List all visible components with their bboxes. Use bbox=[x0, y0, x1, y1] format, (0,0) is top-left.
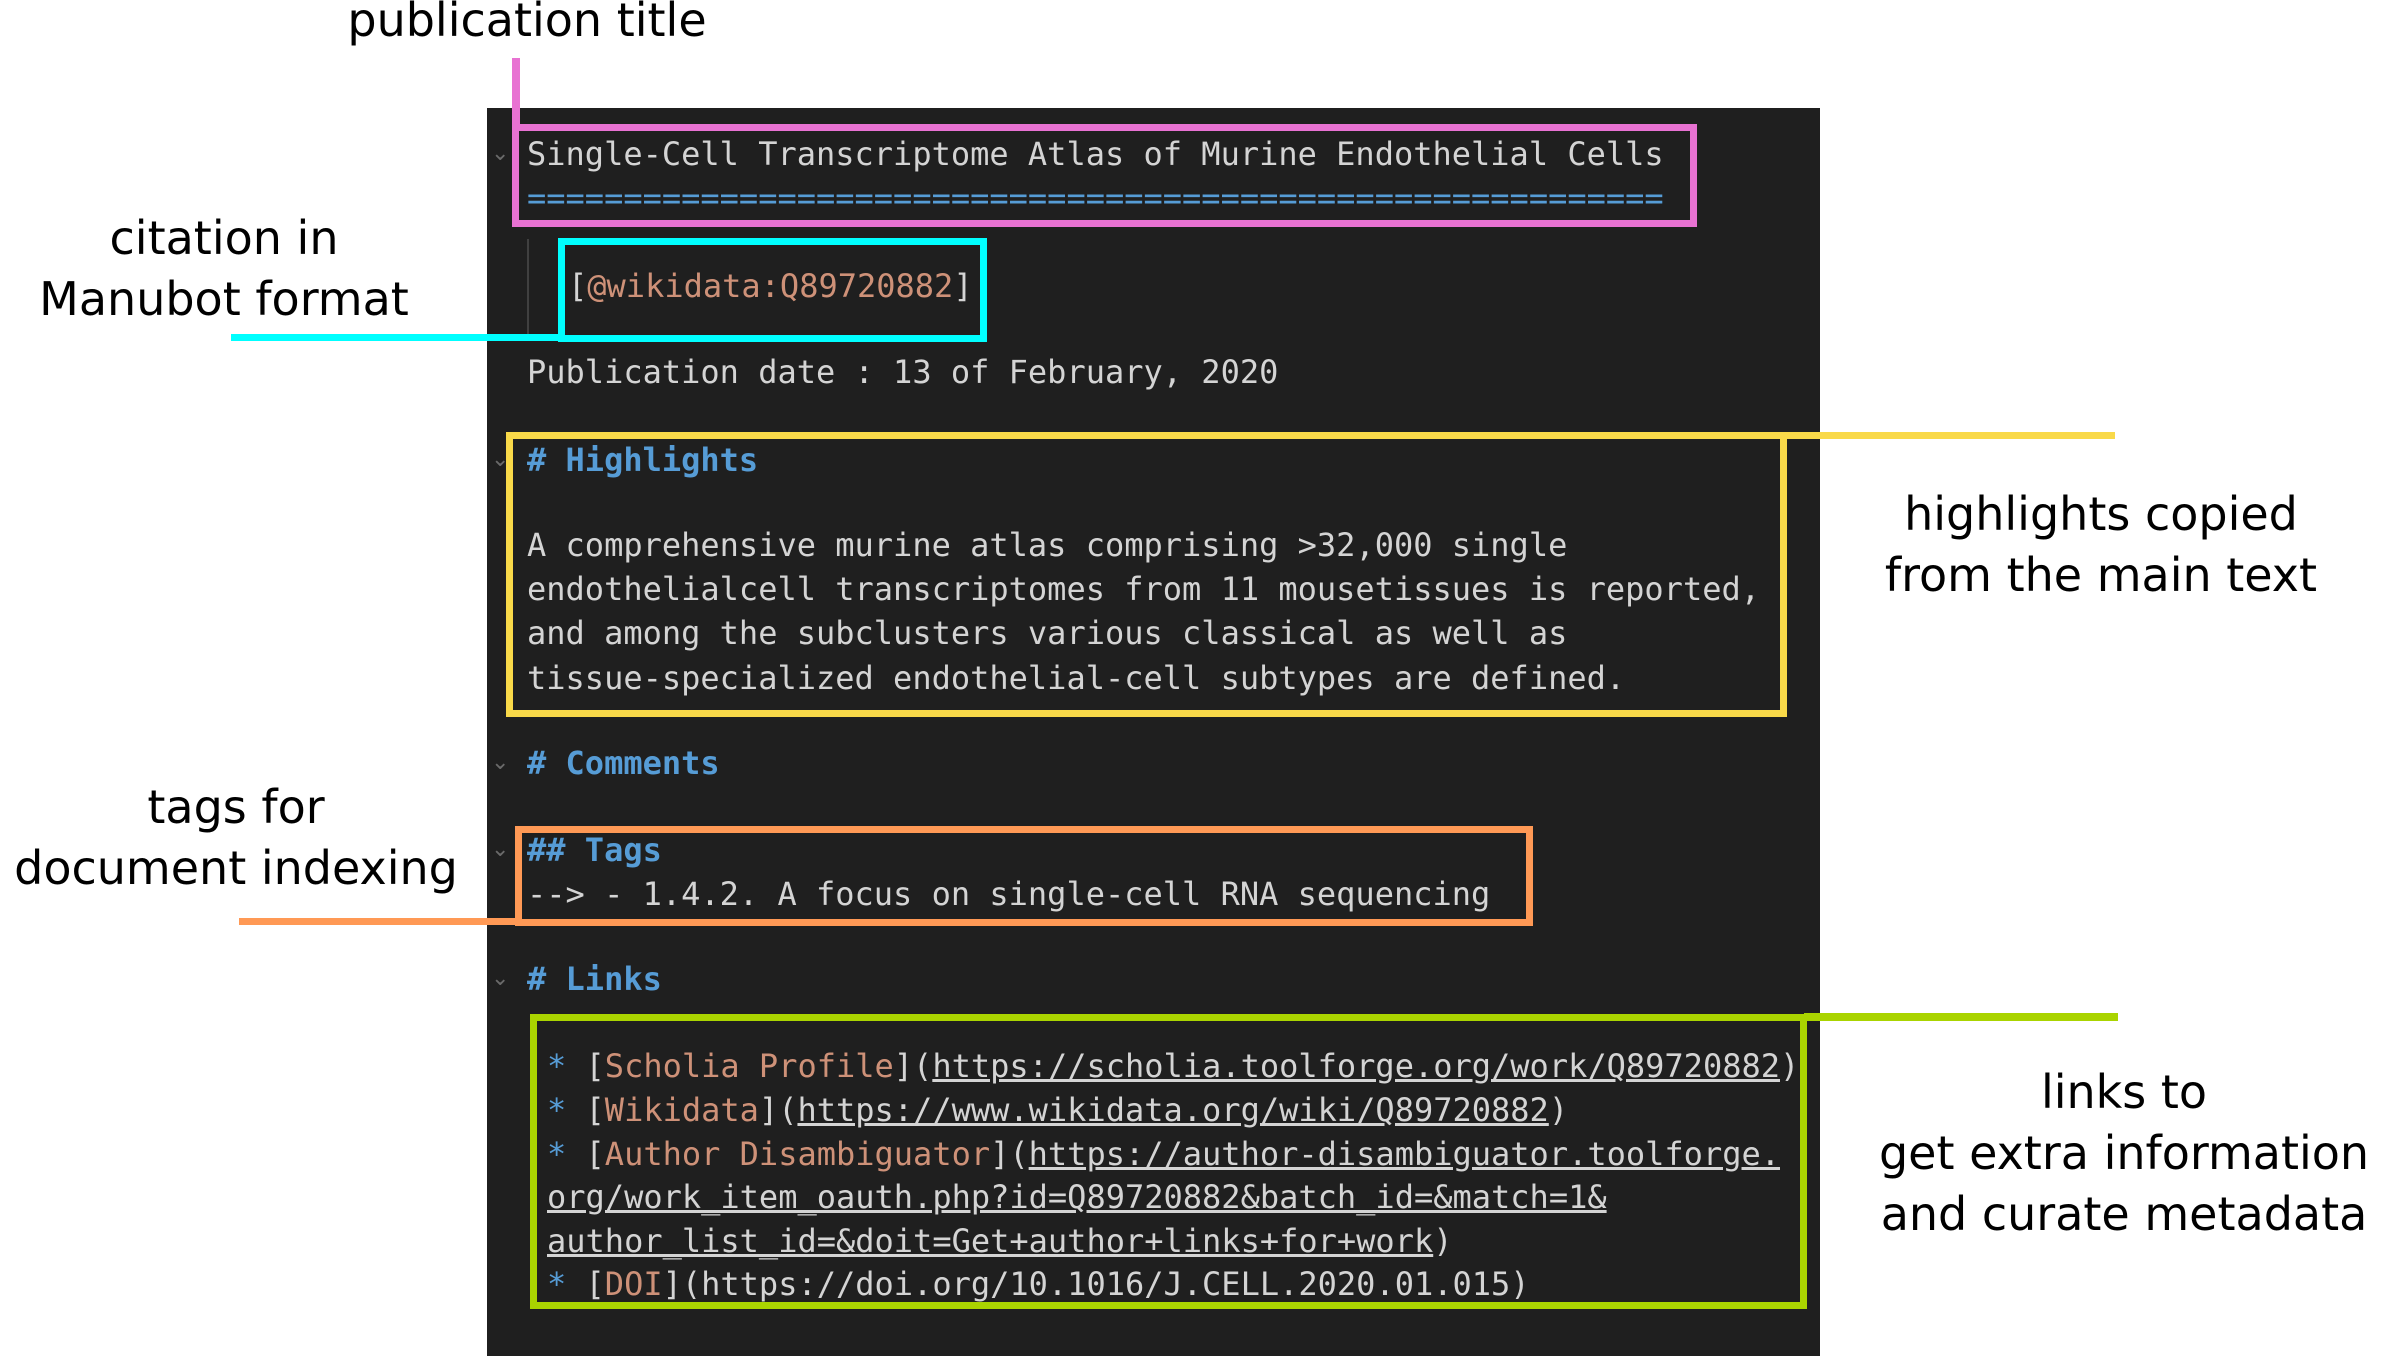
tags-connector bbox=[239, 918, 519, 925]
links-heading: # Links bbox=[527, 960, 662, 998]
links-annotation: links to get extra information and curate … bbox=[1878, 1065, 2370, 1241]
title-connector bbox=[512, 58, 520, 128]
links-highlight-box bbox=[530, 1014, 1807, 1309]
publication-date: Publication date : 13 of February, 2020 bbox=[527, 353, 1279, 391]
highlights-annotation: highlights copied from the main text bbox=[1884, 487, 2318, 602]
tags-annotation: tags for document indexing bbox=[14, 780, 458, 895]
fold-chevron-icon[interactable]: ⌄ bbox=[491, 741, 511, 785]
fold-chevron-icon[interactable]: ⌄ bbox=[491, 828, 511, 872]
title-highlight-box bbox=[512, 124, 1697, 227]
title-annotation: publication title bbox=[347, 0, 707, 47]
citation-connector bbox=[231, 334, 561, 341]
fold-chevron-icon[interactable]: ⌄ bbox=[491, 132, 511, 176]
citation-annotation: citation in Manubot format bbox=[39, 211, 409, 326]
comments-heading: # Comments bbox=[527, 744, 720, 782]
tags-highlight-box bbox=[515, 826, 1533, 926]
fold-chevron-icon[interactable]: ⌄ bbox=[491, 957, 511, 1001]
highlights-connector bbox=[1785, 432, 2115, 439]
highlights-highlight-box bbox=[506, 432, 1787, 717]
links-connector bbox=[1804, 1013, 2118, 1021]
citation-highlight-box bbox=[558, 238, 987, 342]
indent-guide bbox=[527, 239, 529, 339]
